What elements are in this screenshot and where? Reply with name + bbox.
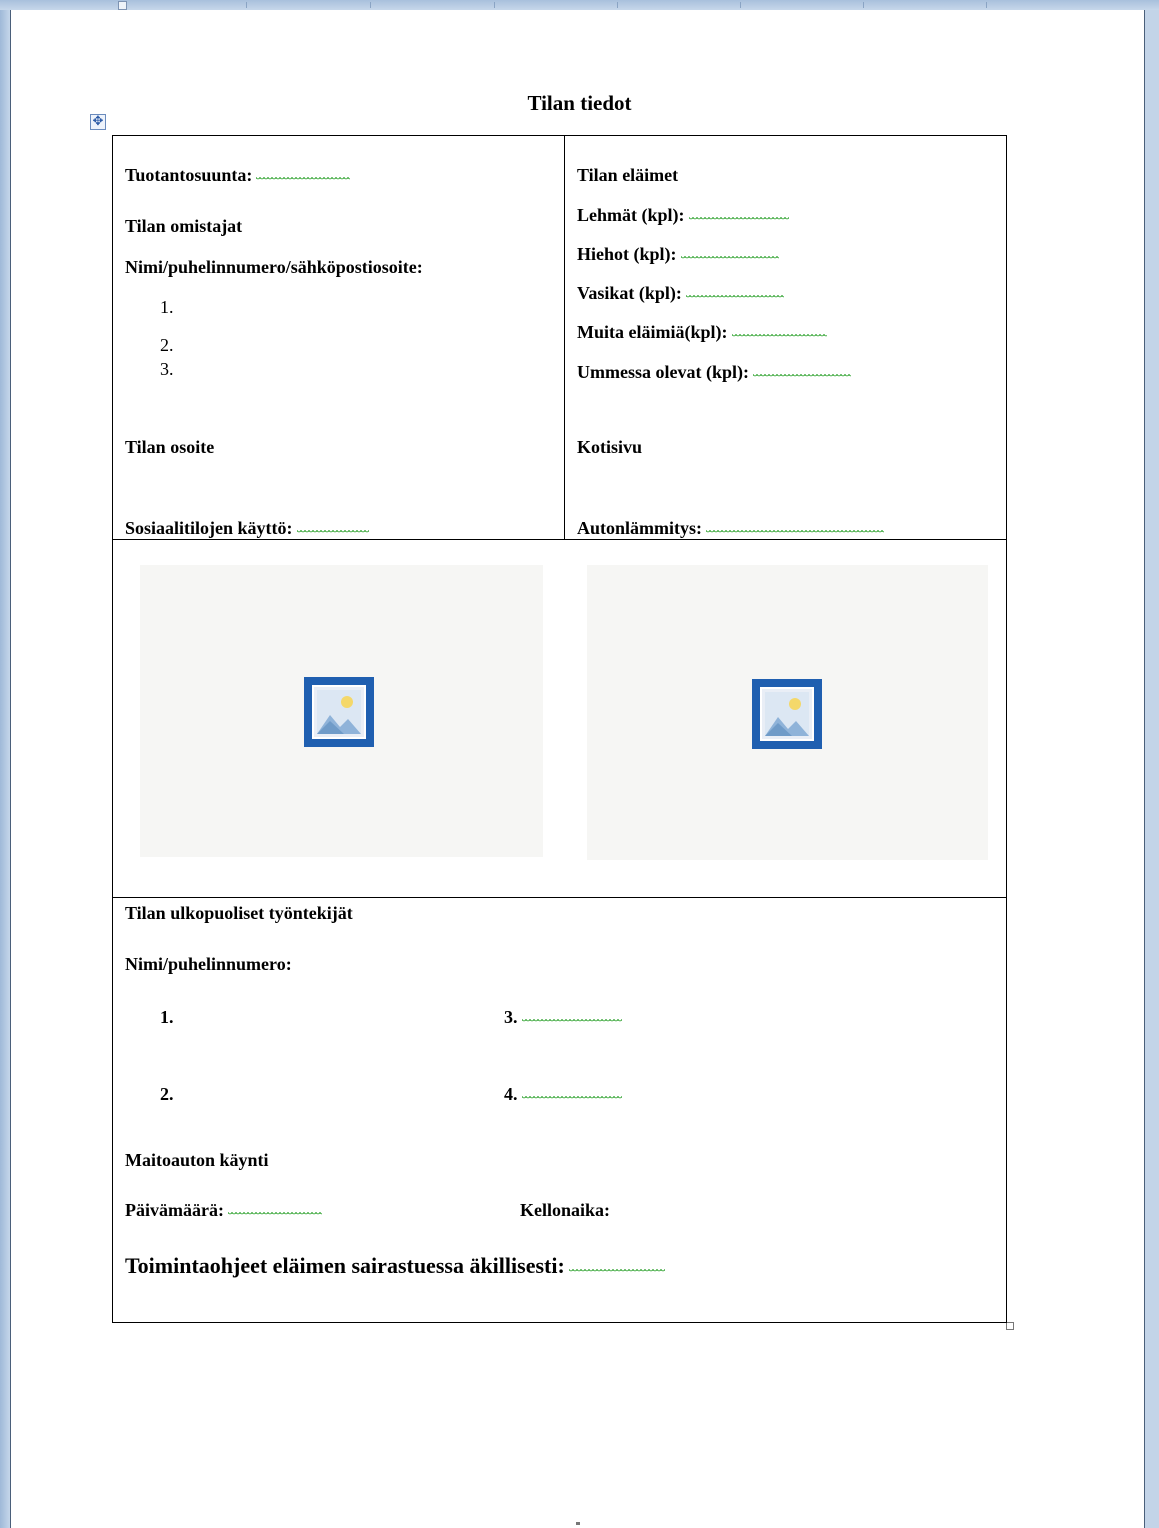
ruler-tab-selector[interactable] [118, 1, 127, 10]
ruler-tick [494, 2, 495, 8]
spellcheck-underline [685, 295, 784, 301]
dry-cows-label: Ummessa olevat (kpl): [577, 362, 749, 382]
spellcheck-underline [227, 1212, 322, 1218]
production-label: Tuotantosuunta: [125, 165, 253, 185]
cows-field[interactable]: Lehmät (kpl): [577, 204, 789, 226]
social-facilities-field[interactable]: Sosiaalitilojen käyttö: [125, 517, 369, 539]
picture-placeholder-right[interactable] [587, 565, 988, 860]
owners-contact-label: Nimi/puhelinnumero/sähköpostiosoite: [125, 257, 423, 277]
spellcheck-underline [688, 217, 789, 223]
other-animals-field[interactable]: Muita eläimiä(kpl): [577, 321, 827, 343]
ruler-tick [246, 2, 247, 8]
spellcheck-underline [731, 334, 827, 340]
ruler [0, 0, 1159, 10]
picture-placeholder-left[interactable] [140, 565, 543, 857]
instructions-label: Toimintaohjeet eläimen sairastuessa äkil… [125, 1253, 565, 1278]
owners-heading: Tilan omistajat [125, 216, 243, 236]
page-marker [576, 1522, 580, 1525]
table-resize-handle[interactable] [1006, 1322, 1014, 1330]
time-label: Kellonaika: [520, 1200, 611, 1220]
ruler-tick [986, 2, 987, 8]
other-animals-label: Muita eläimiä(kpl): [577, 322, 728, 342]
worker-number-1: 1. [160, 1007, 174, 1027]
workers-heading: Tilan ulkopuoliset työntekijät [125, 903, 353, 923]
milk-truck-heading: Maitoauton käynti [125, 1150, 269, 1170]
document-title: Tilan tiedot [527, 91, 632, 115]
worker-3-field[interactable]: 3. [504, 1006, 622, 1028]
spellcheck-underline [706, 530, 884, 536]
table-row-divider [112, 897, 1007, 898]
heifers-label: Hiehot (kpl): [577, 244, 677, 264]
worker-4-field[interactable]: 4. [504, 1083, 622, 1105]
picture-placeholder-icon[interactable] [304, 677, 374, 747]
worker-number-4: 4. [504, 1084, 518, 1104]
worker-number-2: 2. [160, 1084, 174, 1104]
ruler-tick [863, 2, 864, 8]
animals-heading: Tilan eläimet [577, 165, 679, 185]
workers-contact-label: Nimi/puhelinnumero: [125, 954, 292, 974]
calves-field[interactable]: Vasikat (kpl): [577, 282, 784, 304]
ruler-tick [740, 2, 741, 8]
owner-number-3: 3. [160, 359, 174, 379]
spellcheck-underline [752, 374, 851, 380]
spellcheck-underline [680, 256, 779, 262]
table-row-divider [112, 539, 1007, 540]
spellcheck-underline [521, 1019, 622, 1025]
spellcheck-underline [296, 530, 369, 536]
table-move-handle-icon[interactable]: ✥ [90, 114, 106, 130]
calves-label: Vasikat (kpl): [577, 283, 682, 303]
homepage-label: Kotisivu [577, 437, 643, 457]
window-edge [0, 10, 10, 1528]
dry-cows-field[interactable]: Ummessa olevat (kpl): [577, 361, 851, 383]
date-label: Päivämäärä: [125, 1200, 224, 1220]
date-field[interactable]: Päivämäärä: [125, 1199, 322, 1221]
owner-number-2: 2. [160, 335, 174, 355]
worker-number-3: 3. [504, 1007, 518, 1027]
spellcheck-underline [521, 1096, 622, 1102]
address-label: Tilan osoite [125, 437, 215, 457]
table-column-divider [564, 135, 565, 540]
heifers-field[interactable]: Hiehot (kpl): [577, 243, 779, 265]
social-facilities-label: Sosiaalitilojen käyttö: [125, 518, 293, 538]
ruler-tick [617, 2, 618, 8]
car-heating-label: Autonlämmitys: [577, 518, 702, 538]
ruler-tick [370, 2, 371, 8]
spellcheck-underline [568, 1269, 665, 1275]
instructions-field[interactable]: Toimintaohjeet eläimen sairastuessa äkil… [125, 1253, 665, 1279]
picture-placeholder-icon[interactable] [752, 679, 822, 749]
spellcheck-underline [256, 177, 351, 183]
car-heating-field[interactable]: Autonlämmitys: [577, 517, 884, 539]
cows-label: Lehmät (kpl): [577, 205, 685, 225]
owner-number-1: 1. [160, 297, 174, 317]
production-field[interactable]: Tuotantosuunta: [125, 164, 351, 186]
